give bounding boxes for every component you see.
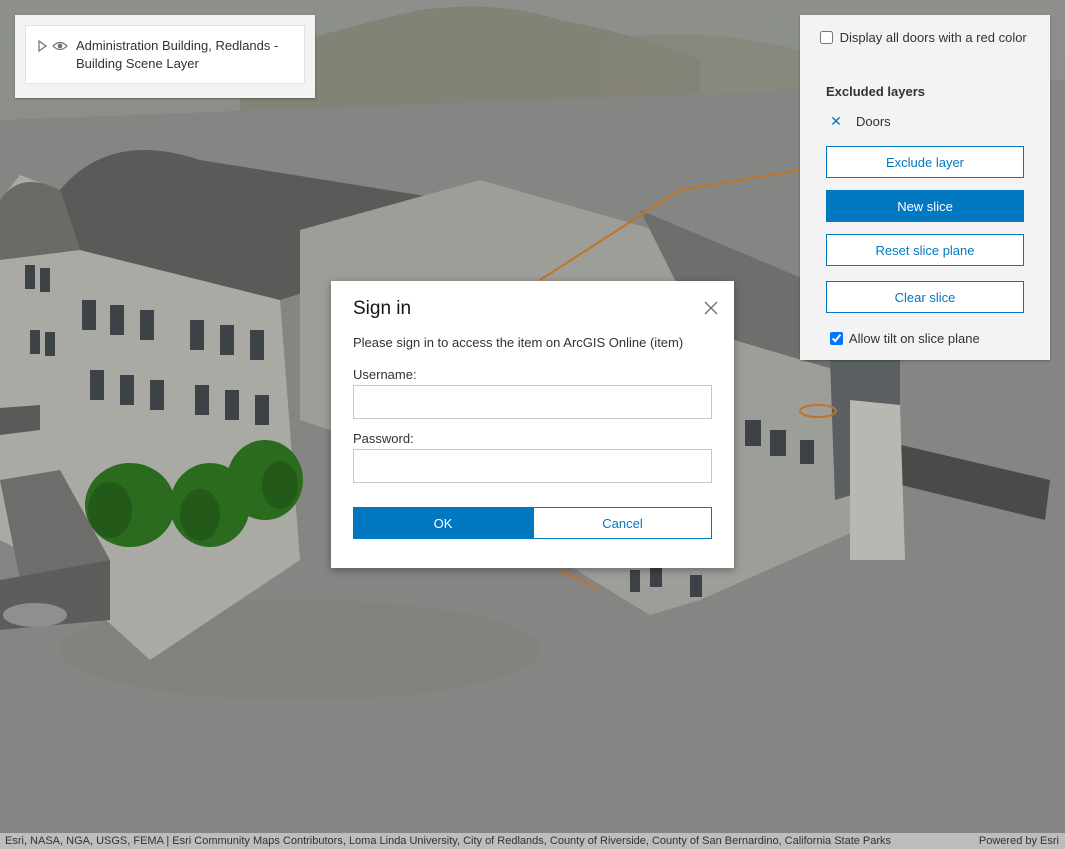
dialog-message: Please sign in to access the item on Arc… — [353, 335, 684, 350]
exclude-layer-button[interactable]: Exclude layer — [826, 146, 1024, 178]
layer-title: Administration Building, Redlands - Buil… — [76, 38, 279, 71]
powered-by-esri-link[interactable]: Powered by Esri — [979, 833, 1059, 849]
visibility-eye-icon[interactable] — [52, 39, 68, 53]
excluded-layer-item: ✕ Doors — [826, 113, 891, 130]
red-doors-label: Display all doors with a red color — [839, 30, 1027, 45]
close-icon[interactable] — [704, 301, 718, 315]
expand-triangle-icon[interactable] — [36, 39, 48, 53]
new-slice-button[interactable]: New slice — [826, 190, 1024, 222]
allow-tilt-checkbox[interactable] — [830, 332, 843, 345]
username-field[interactable] — [353, 385, 712, 419]
sign-in-dialog: Sign in Please sign in to access the ite… — [331, 281, 734, 568]
clear-slice-button[interactable]: Clear slice — [826, 281, 1024, 313]
attribution-text[interactable]: Esri, NASA, NGA, USGS, FEMA | Esri Commu… — [5, 833, 957, 849]
username-label: Username: — [353, 367, 417, 382]
ok-button[interactable]: OK — [353, 507, 533, 539]
slice-panel: Display all doors with a red color Exclu… — [800, 15, 1050, 360]
layer-list-item[interactable]: Administration Building, Redlands - Buil… — [25, 25, 305, 84]
excluded-layer-name: Doors — [856, 114, 891, 129]
excluded-layers-heading: Excluded layers — [826, 84, 925, 99]
red-doors-option[interactable]: Display all doors with a red color — [820, 29, 1035, 47]
password-label: Password: — [353, 431, 414, 446]
reset-slice-plane-button[interactable]: Reset slice plane — [826, 234, 1024, 266]
allow-tilt-label: Allow tilt on slice plane — [848, 331, 980, 346]
layer-list-panel: Administration Building, Redlands - Buil… — [15, 15, 315, 98]
remove-excluded-icon[interactable]: ✕ — [824, 113, 848, 130]
dialog-title: Sign in — [353, 298, 412, 319]
attribution-bar: Esri, NASA, NGA, USGS, FEMA | Esri Commu… — [0, 833, 1065, 849]
allow-tilt-option[interactable]: Allow tilt on slice plane — [830, 330, 980, 348]
red-doors-checkbox[interactable] — [820, 31, 833, 44]
cancel-button[interactable]: Cancel — [533, 507, 712, 539]
password-field[interactable] — [353, 449, 712, 483]
